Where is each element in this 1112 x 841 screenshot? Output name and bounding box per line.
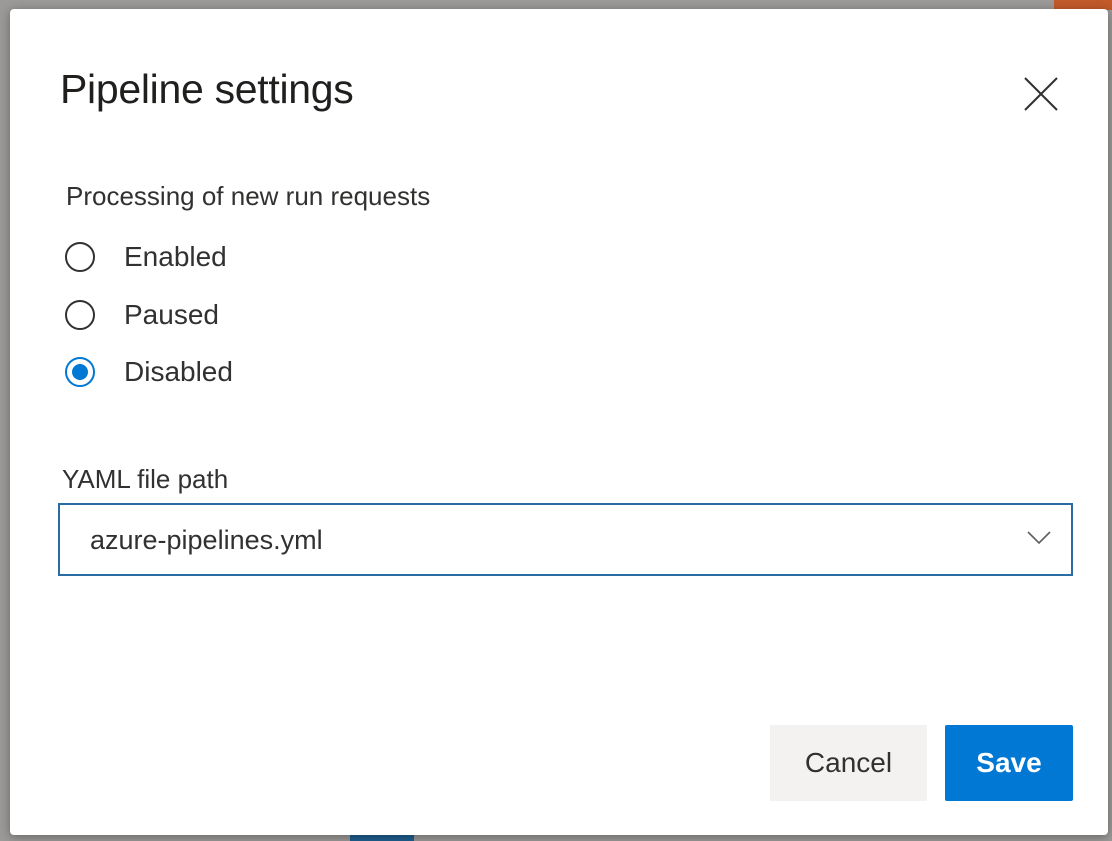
processing-label: Processing of new run requests (66, 181, 431, 211)
radio-button-enabled[interactable] (65, 242, 95, 272)
yaml-path-value: azure-pipelines.yml (90, 525, 323, 555)
dialog-title: Pipeline settings (60, 66, 354, 112)
radio-button-disabled[interactable] (65, 357, 95, 387)
radio-label-paused: Paused (124, 299, 219, 330)
save-button[interactable]: Save (945, 725, 1073, 801)
yaml-path-label: YAML file path (62, 464, 229, 494)
close-button[interactable] (1016, 69, 1066, 119)
cancel-button[interactable]: Cancel (770, 725, 927, 801)
close-icon (1023, 76, 1059, 112)
radio-label-enabled: Enabled (124, 241, 227, 272)
chevron-down-icon (1027, 531, 1051, 550)
radio-paused[interactable]: Paused (65, 295, 219, 335)
pipeline-settings-dialog: Pipeline settings Processing of new run … (10, 9, 1108, 835)
radio-enabled[interactable]: Enabled (65, 237, 227, 277)
yaml-path-dropdown[interactable]: azure-pipelines.yml (58, 503, 1073, 576)
radio-label-disabled: Disabled (124, 356, 233, 387)
radio-disabled[interactable]: Disabled (65, 352, 233, 392)
radio-button-paused[interactable] (65, 300, 95, 330)
